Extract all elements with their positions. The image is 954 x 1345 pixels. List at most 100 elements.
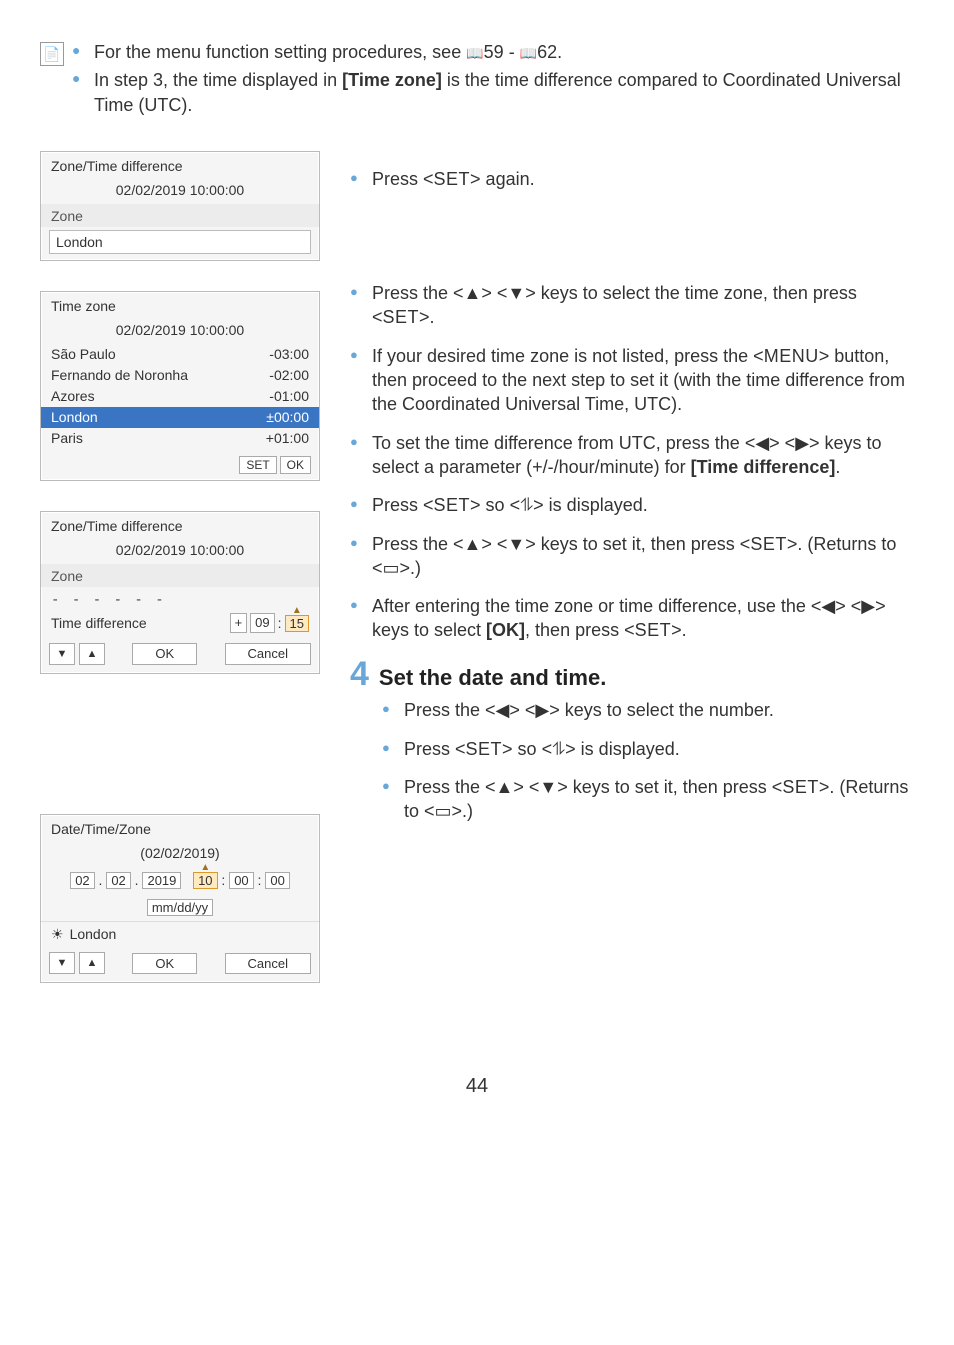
zone-value: London: [49, 230, 311, 255]
note-line-1: For the menu function setting procedures…: [72, 40, 914, 64]
dst-icon: ☀: [51, 925, 64, 944]
tz-city: Azores: [51, 387, 95, 406]
second-field[interactable]: 00: [265, 872, 289, 889]
minute-field[interactable]: 00: [229, 872, 253, 889]
dialog-date: (02/02/2019): [41, 842, 319, 867]
instruction: Press <SET> so <⥮> is displayed.: [350, 493, 914, 517]
tz-row[interactable]: Paris +01:00: [51, 428, 309, 449]
set-key-label: SET: [635, 620, 672, 640]
tz-city: Paris: [51, 429, 83, 448]
text: Press <: [372, 169, 434, 189]
instruction: After entering the time zone or time dif…: [350, 594, 914, 643]
time-diff-label: Time difference: [51, 614, 147, 633]
date-time-fields: 02 . 02 . 2019 ▲10 : 00 : 00: [41, 867, 319, 894]
tz-row[interactable]: Fernando de Noronha-02:00: [51, 365, 309, 386]
tz-row-selected[interactable]: London±00:00: [41, 407, 319, 428]
timezone-list: São Paulo-03:00 Fernando de Noronha-02:0…: [41, 344, 319, 452]
ok-button[interactable]: OK: [132, 643, 197, 665]
set-key-label: SET: [434, 169, 471, 189]
page-ref-2: 62: [537, 42, 557, 62]
text: If your desired time zone is not listed,…: [372, 346, 764, 366]
instruction: Press the <▲> <▼> keys to set it, then p…: [382, 775, 914, 824]
text: Press <: [404, 739, 466, 759]
year-field[interactable]: 2019: [142, 872, 181, 889]
step-number: 4: [350, 657, 369, 691]
page-number: 44: [40, 1073, 914, 1100]
caret-up-icon: ▲: [200, 861, 210, 875]
instruction: Press the <▲> <▼> keys to set it, then p…: [350, 532, 914, 581]
dialog-title: Zone/Time difference: [41, 512, 319, 539]
zone-time-diff-dialog-1: Zone/Time difference 02/02/2019 10:00:00…: [40, 151, 320, 262]
up-button[interactable]: ▲: [79, 952, 105, 974]
note-box: 📄 For the menu function setting procedur…: [40, 40, 914, 121]
text: >.: [671, 620, 687, 640]
cancel-button[interactable]: Cancel: [225, 953, 311, 975]
text: Press the <▲> <▼> keys to select the tim…: [372, 283, 857, 327]
down-button[interactable]: ▼: [49, 643, 75, 665]
ok-button[interactable]: OK: [132, 953, 197, 975]
colon: :: [278, 614, 282, 633]
zone-label: Zone: [41, 204, 319, 227]
dialog-title: Time zone: [41, 292, 319, 319]
step-4-heading: 4 Set the date and time.: [350, 657, 914, 693]
hour-field[interactable]: 09: [250, 613, 274, 633]
time-zone-list-dialog: Time zone 02/02/2019 10:00:00 São Paulo-…: [40, 291, 320, 480]
instruction: Press the <◀> <▶> keys to select the num…: [382, 698, 914, 722]
page-ref-icon: [520, 42, 537, 62]
set-button[interactable]: SET: [239, 456, 276, 474]
time-diff-row: Time difference + 09: ▲15: [41, 609, 319, 637]
page-ref-icon: [466, 42, 483, 62]
dst-zone-row: ☀ London: [41, 921, 319, 947]
day-field[interactable]: 02: [106, 872, 130, 889]
minute-field-active[interactable]: 15: [285, 615, 309, 632]
tz-city: London: [51, 408, 98, 427]
date-time-zone-dialog: Date/Time/Zone (02/02/2019) 02 . 02 . 20…: [40, 814, 320, 983]
zone-empty: - - - - - -: [41, 587, 319, 610]
cancel-button[interactable]: Cancel: [225, 643, 311, 665]
tz-offset: -02:00: [269, 366, 309, 385]
zone-value: London: [70, 925, 117, 944]
caret-up-icon: ▲: [292, 604, 302, 618]
time-difference-bold: [Time difference]: [691, 457, 836, 477]
dialog-title: Zone/Time difference: [41, 152, 319, 179]
instruction: Press <SET> again.: [350, 167, 914, 191]
text: Press the <▲> <▼> keys to set it, then p…: [404, 777, 782, 797]
set-key-label: SET: [750, 534, 787, 554]
instruction: Press <SET> so <⥮> is displayed.: [382, 737, 914, 761]
tz-offset: -01:00: [269, 387, 309, 406]
set-key-label: SET: [782, 777, 819, 797]
time-zone-bold: [Time zone]: [342, 70, 442, 90]
step-title: Set the date and time.: [379, 663, 606, 693]
tz-row[interactable]: São Paulo-03:00: [51, 344, 309, 365]
set-key-label: SET: [383, 307, 420, 327]
tz-row[interactable]: Azores -01:00: [51, 386, 309, 407]
text: > so <⥮> is displayed.: [470, 495, 648, 515]
note-icon: 📄: [40, 42, 64, 66]
text: >.: [419, 307, 435, 327]
text: .: [835, 457, 840, 477]
page-ref-1: 59: [484, 42, 504, 62]
zone-label: Zone: [41, 564, 319, 587]
text: In step 3, the time displayed in: [94, 70, 342, 90]
date-format-field[interactable]: mm/dd/yy: [147, 899, 213, 916]
dialog-datetime: 02/02/2019 10:00:00: [41, 179, 319, 204]
down-button[interactable]: ▼: [49, 952, 75, 974]
sign-field[interactable]: +: [230, 613, 248, 633]
ok-bold: [OK]: [486, 620, 525, 640]
text: -: [504, 42, 520, 62]
ok-button[interactable]: OK: [280, 456, 311, 474]
text: For the menu function setting procedures…: [94, 42, 466, 62]
text: > so <⥮> is displayed.: [502, 739, 680, 759]
up-button[interactable]: ▲: [79, 643, 105, 665]
instruction: To set the time difference from UTC, pre…: [350, 431, 914, 480]
set-key-label: SET: [434, 495, 471, 515]
dialog-datetime: 02/02/2019 10:00:00: [41, 319, 319, 344]
hour-field-active[interactable]: 10: [193, 872, 217, 889]
tz-offset: -03:00: [269, 345, 309, 364]
instruction: If your desired time zone is not listed,…: [350, 344, 914, 417]
set-ok-row: SETOK: [41, 453, 319, 480]
text: , then press <: [525, 620, 635, 640]
month-field[interactable]: 02: [70, 872, 94, 889]
dialog-title: Date/Time/Zone: [41, 815, 319, 842]
tz-offset: +01:00: [266, 429, 309, 448]
